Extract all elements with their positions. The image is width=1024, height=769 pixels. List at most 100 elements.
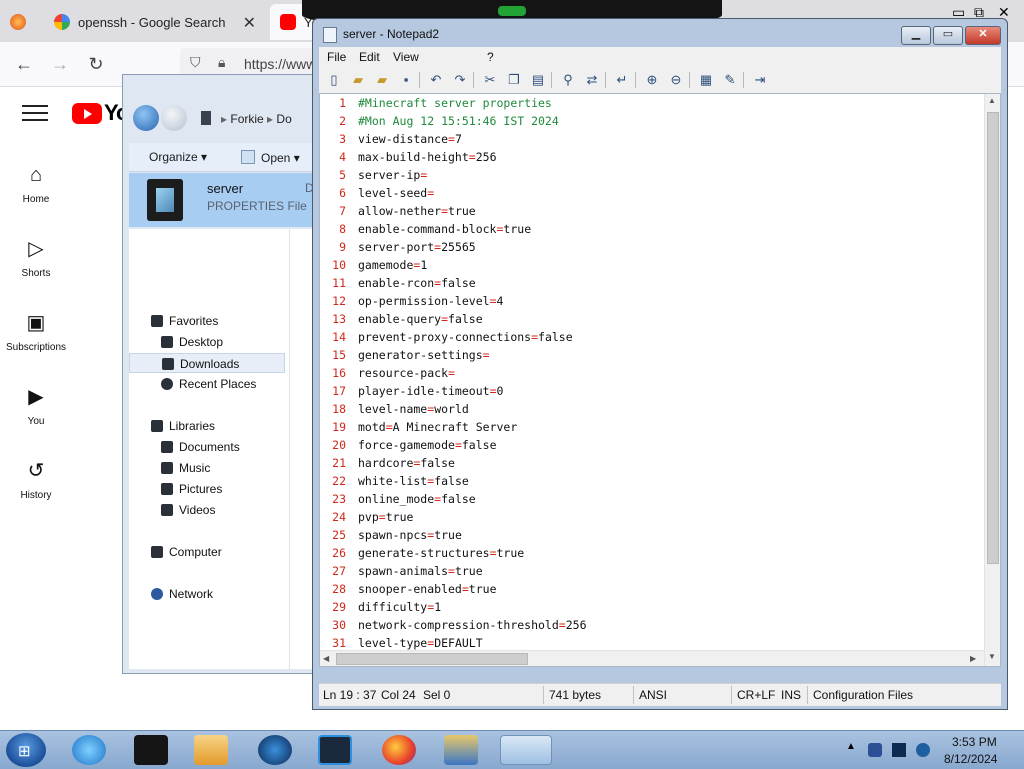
media-player-icon[interactable]	[194, 735, 228, 765]
network-app-icon[interactable]	[444, 735, 478, 765]
editor-line[interactable]: 3 view-distance=7	[324, 130, 994, 148]
shield-icon[interactable]	[868, 743, 882, 757]
breadcrumb[interactable]: ▸ Forkie ▸ Do	[221, 112, 292, 126]
undo-icon[interactable]: ↶	[427, 71, 445, 89]
breadcrumb-item[interactable]: Forkie	[230, 112, 263, 126]
editor-line[interactable]: 5 server-ip=	[324, 166, 994, 184]
nav-videos[interactable]: Videos	[129, 500, 285, 520]
forward-button-icon[interactable]	[161, 105, 187, 131]
tab-firefox-view[interactable]	[0, 4, 40, 40]
redo-icon[interactable]: ↷	[451, 71, 469, 89]
zoom-out-icon[interactable]: ⊖	[667, 71, 685, 89]
editor-line[interactable]: 17 player-idle-timeout=0	[324, 382, 994, 400]
nav-network[interactable]: Network	[129, 584, 285, 604]
editor-line[interactable]: 9 server-port=25565	[324, 238, 994, 256]
yt-nav-subscriptions[interactable]: ▣ Subscriptions	[0, 310, 72, 353]
editor-line[interactable]: 28 snooper-enabled=true	[324, 580, 994, 598]
start-button[interactable]: ⊞	[6, 733, 46, 767]
scheme-icon[interactable]: ▦	[697, 71, 715, 89]
internet-explorer-icon[interactable]	[72, 735, 106, 765]
paste-icon[interactable]: ▤	[529, 71, 547, 89]
yt-nav-home[interactable]: ⌂ Home	[0, 162, 72, 205]
horizontal-scroll-thumb[interactable]	[336, 653, 528, 665]
scroll-right-icon[interactable]: ▶	[970, 654, 976, 663]
notepad2-taskbar-icon[interactable]	[500, 735, 552, 765]
editor-line[interactable]: 2 #Mon Aug 12 15:51:46 IST 2024	[324, 112, 994, 130]
editor-line[interactable]: 15 generator-settings=	[324, 346, 994, 364]
editor-line[interactable]: 24 pvp=true	[324, 508, 994, 526]
editor-line[interactable]: 14 prevent-proxy-connections=false	[324, 328, 994, 346]
customize-scheme-icon[interactable]: ✎	[721, 71, 739, 89]
scroll-left-icon[interactable]: ◀	[323, 654, 329, 663]
show-hidden-icons-icon[interactable]: ▲	[846, 741, 856, 752]
nav-libraries[interactable]: Libraries	[129, 416, 285, 436]
find-icon[interactable]: ⚲	[559, 71, 577, 89]
editor-line[interactable]: 30 network-compression-threshold=256	[324, 616, 994, 634]
clock-date[interactable]: 8/12/2024	[944, 752, 997, 766]
editor-line[interactable]: 16 resource-pack=	[324, 364, 994, 382]
open-folder-icon[interactable]: ▰	[349, 71, 367, 89]
editor-line[interactable]: 8 enable-command-block=true	[324, 220, 994, 238]
menu-help[interactable]: ?	[487, 50, 494, 64]
nav-recent-places[interactable]: Recent Places	[129, 374, 285, 394]
nav-desktop[interactable]: Desktop	[129, 332, 285, 352]
breadcrumb-item[interactable]: Do	[276, 112, 291, 126]
nav-computer[interactable]: Computer	[129, 542, 285, 562]
word-wrap-icon[interactable]: ↵	[613, 71, 631, 89]
copy-icon[interactable]: ❐	[505, 71, 523, 89]
menu-file[interactable]: File	[327, 50, 346, 64]
close-icon[interactable]: ✕	[243, 13, 256, 33]
editor-line[interactable]: 22 white-list=false	[324, 472, 994, 490]
scroll-up-icon[interactable]: ▲	[988, 96, 996, 105]
youtube-logo[interactable]: Yo	[72, 100, 130, 126]
cut-icon[interactable]: ✂	[481, 71, 499, 89]
editor-line[interactable]: 12 op-permission-level=4	[324, 292, 994, 310]
yt-nav-history[interactable]: ↺ History	[0, 458, 72, 501]
clock-time[interactable]: 3:53 PM	[952, 735, 997, 749]
title-bar[interactable]: server - Notepad2 ▁ ▭ ✕	[313, 19, 1007, 47]
close-button[interactable]: ✕	[965, 26, 1001, 45]
monitor-app-icon[interactable]	[318, 735, 352, 765]
globe-app-icon[interactable]	[258, 735, 292, 765]
editor-line[interactable]: 21 hardcore=false	[324, 454, 994, 472]
explorer-taskbar-icon[interactable]	[134, 735, 168, 765]
vertical-scroll-thumb[interactable]	[987, 112, 999, 564]
editor-line[interactable]: 13 enable-query=false	[324, 310, 994, 328]
yt-nav-you[interactable]: ▶ You	[0, 384, 72, 427]
nav-favorites[interactable]: Favorites	[129, 311, 285, 331]
editor-line[interactable]: 20 force-gamemode=false	[324, 436, 994, 454]
browse-icon[interactable]: ▰	[373, 71, 391, 89]
editor-line[interactable]: 25 spawn-npcs=true	[324, 526, 994, 544]
editor-line[interactable]: 23 online_mode=false	[324, 490, 994, 508]
nav-downloads[interactable]: Downloads	[129, 353, 285, 373]
back-button-icon[interactable]	[133, 105, 159, 131]
editor-line[interactable]: 27 spawn-animals=true	[324, 562, 994, 580]
menu-view[interactable]: View	[393, 50, 419, 64]
editor-line[interactable]: 18 level-name=world	[324, 400, 994, 418]
menu-edit[interactable]: Edit	[359, 50, 380, 64]
back-arrow-icon[interactable]: ←	[10, 50, 38, 78]
editor-line[interactable]: 26 generate-structures=true	[324, 544, 994, 562]
display-icon[interactable]	[892, 743, 906, 757]
new-file-icon[interactable]: ▯	[325, 71, 343, 89]
minimize-button[interactable]: ▁	[901, 26, 931, 45]
forward-arrow-icon[interactable]: →	[46, 50, 74, 78]
exit-icon[interactable]: ⇥	[751, 71, 769, 89]
reload-icon[interactable]: ↻	[82, 50, 110, 78]
status-line-endings[interactable]: CR+LF	[737, 688, 775, 702]
hamburger-menu-icon[interactable]	[22, 100, 48, 126]
editor-line[interactable]: 1 #Minecraft server properties	[324, 94, 994, 112]
editor-line[interactable]: 19 motd=A Minecraft Server	[324, 418, 994, 436]
firefox-taskbar-icon[interactable]	[382, 735, 416, 765]
open-button[interactable]: Open ▾	[241, 150, 300, 165]
volume-icon[interactable]	[916, 743, 930, 757]
save-icon[interactable]: ▪	[397, 71, 415, 89]
editor-line[interactable]: 10 gamemode=1	[324, 256, 994, 274]
nav-pictures[interactable]: Pictures	[129, 479, 285, 499]
editor-line[interactable]: 7 allow-nether=true	[324, 202, 994, 220]
status-insert-mode[interactable]: INS	[781, 688, 801, 702]
editor-line[interactable]: 11 enable-rcon=false	[324, 274, 994, 292]
zoom-in-icon[interactable]: ⊕	[643, 71, 661, 89]
horizontal-scrollbar[interactable]: ◀ ▶	[320, 650, 984, 666]
editor-area[interactable]: 1 #Minecraft server properties 2 #Mon Aug 1…	[319, 93, 1001, 667]
